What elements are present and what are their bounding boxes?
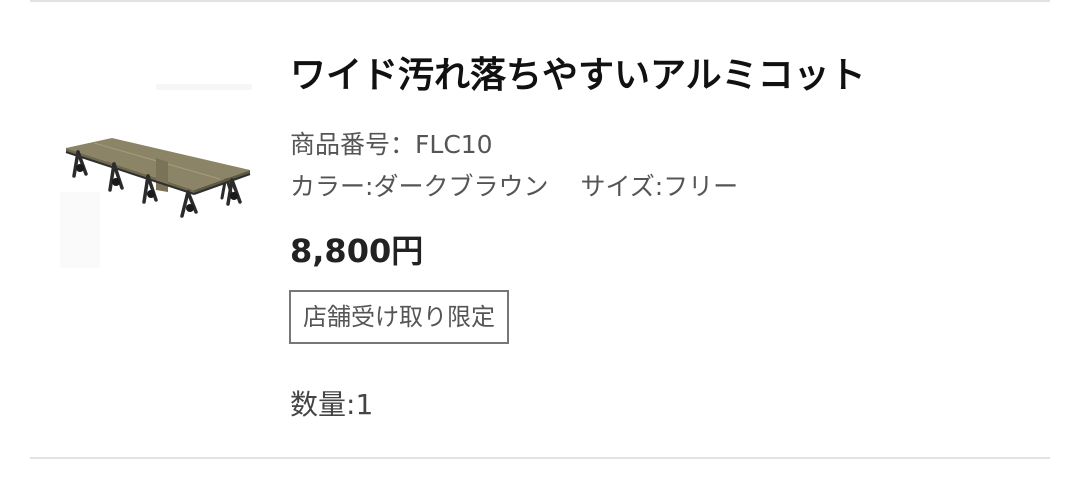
product-price: 8,800円: [290, 232, 424, 270]
bottom-divider: [30, 457, 1050, 459]
quantity-line: 数量:1: [290, 386, 373, 424]
size-value: フリー: [663, 172, 739, 201]
product-code-label: 商品番号：: [290, 130, 416, 159]
color-label: カラー:: [290, 172, 374, 201]
quantity-value: 1: [355, 388, 374, 421]
quantity-label: 数量:: [290, 388, 356, 421]
top-divider: [30, 0, 1050, 2]
product-code: FLC10: [415, 130, 493, 159]
cot-product-image[interactable]: [56, 72, 256, 272]
product-code-line: 商品番号：FLC10: [290, 128, 493, 162]
size-label: サイズ:: [580, 172, 664, 201]
product-spec-line: カラー:ダークブラウン サイズ:フリー: [290, 170, 738, 204]
product-name[interactable]: ワイド汚れ落ちやすいアルミコット: [290, 52, 866, 100]
color-value: ダークブラウン: [373, 172, 549, 201]
store-pickup-badge: 店舗受け取り限定: [289, 290, 509, 344]
